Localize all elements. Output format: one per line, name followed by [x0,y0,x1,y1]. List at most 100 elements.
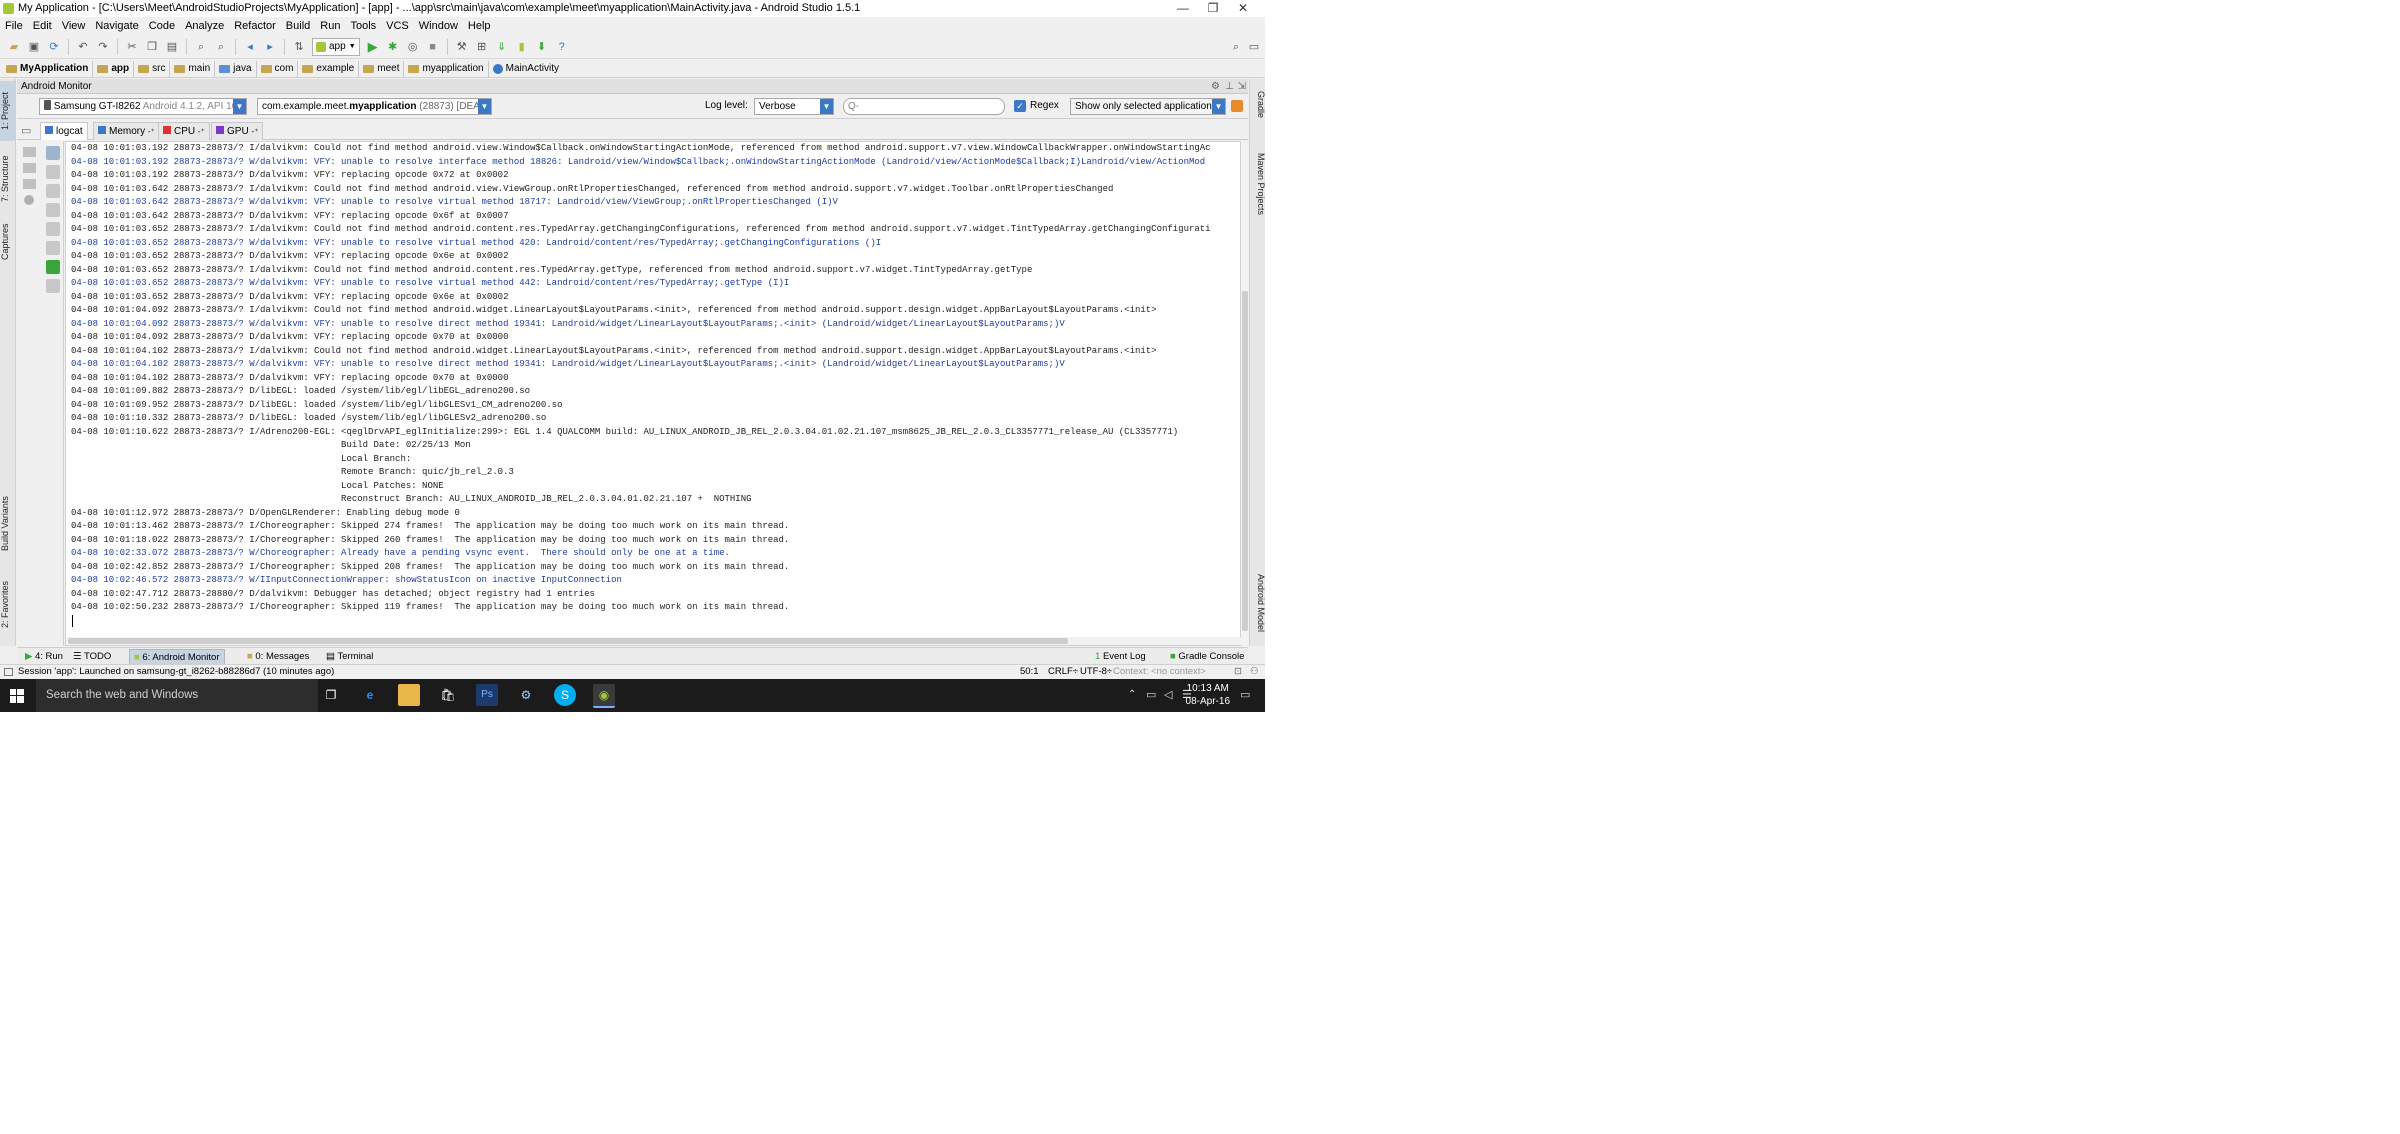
android-model-tool-tab[interactable]: Android Model [1250,564,1266,642]
windows-start-icon[interactable] [10,689,24,703]
menu-analyze[interactable]: Analyze [180,17,229,35]
menu-build[interactable]: Build [281,17,315,35]
horizontal-scrollbar[interactable] [66,637,1241,645]
tool-windows-toggle-icon[interactable] [4,668,13,676]
settings-gear-icon[interactable]: ⚙ [1211,79,1220,94]
chevron-up-icon[interactable]: ⌃ [1128,689,1136,700]
debug-icon[interactable]: ✱ [385,39,401,55]
regex-checkbox[interactable]: ✓ [1014,100,1026,112]
minimize-tab-icon[interactable]: -⁺ [148,127,155,136]
notifications-icon[interactable]: ▭ [1240,688,1250,701]
tab-logcat[interactable]: logcat [40,122,88,140]
up-stack-icon[interactable] [46,184,60,198]
vertical-scrollbar[interactable] [1241,141,1249,646]
hide-panel-icon[interactable]: ⇲ [1238,79,1246,94]
file-encoding[interactable]: UTF-8÷ [1080,665,1112,679]
stop-icon[interactable]: ■ [425,39,441,55]
event-log-tool-tab[interactable]: 1 Event Log [1091,649,1150,664]
taskbar-search-input[interactable]: Search the web and Windows [36,679,318,712]
redo-icon[interactable]: ↷ [95,39,111,55]
menu-window[interactable]: Window [414,17,463,35]
capture-icon[interactable] [1231,100,1243,112]
event-log-toggle-icon[interactable]: ▭ [1246,39,1262,55]
menu-code[interactable]: Code [144,17,180,35]
project-tool-tab[interactable]: 1: Project [0,81,16,141]
menu-navigate[interactable]: Navigate [90,17,143,35]
breadcrumb-item[interactable]: main [170,60,216,77]
file-explorer-icon[interactable] [398,684,420,706]
menu-run[interactable]: Run [315,17,345,35]
run-config-select[interactable]: app ▼ [312,37,360,56]
breadcrumb-item[interactable]: myapplication [404,60,489,77]
minimize-button[interactable]: — [1168,0,1198,17]
photoshop-icon[interactable]: Ps [476,684,498,706]
breadcrumb-item[interactable]: meet [359,60,405,77]
inspector-icon[interactable]: ⚇ [1250,665,1259,679]
volume-icon[interactable]: ◁ [1164,688,1172,701]
breadcrumb-item[interactable]: MyApplication [2,60,94,77]
gradle-console-tool-tab[interactable]: ■ Gradle Console [1166,649,1248,664]
device-select[interactable]: Samsung GT-I8262 Android 4.1.2, API 16 ▼ [39,98,247,115]
terminal-tool-tab[interactable]: ▤ Terminal [322,649,377,664]
taskbar-clock[interactable]: 10:13 AM 08-Apr-16 [1186,682,1230,708]
replace-icon[interactable]: ⌕ [213,39,229,55]
screen-record-icon[interactable] [23,147,36,157]
minimize-tab-icon[interactable]: -⁺ [198,127,205,136]
scrollbar-thumb[interactable] [1242,291,1248,631]
menu-help[interactable]: Help [463,17,496,35]
log-search-input[interactable]: Q- [843,98,1005,115]
tab-memory[interactable]: Memory -⁺ [93,122,160,140]
settings-icon[interactable] [46,279,60,293]
android-studio-taskbar-icon[interactable]: ◉ [593,684,615,708]
line-separator[interactable]: CRLF÷ [1048,665,1078,679]
process-select[interactable]: com.example.meet.myapplication (28873) [… [257,98,492,115]
gradle-tool-tab[interactable]: Gradle [1250,81,1266,129]
undo-icon[interactable]: ↶ [75,39,91,55]
copy-icon[interactable]: ❐ [144,39,160,55]
breadcrumb-item[interactable]: java [215,60,257,77]
run-tool-tab[interactable]: ▶ 4: Run [21,649,67,664]
breadcrumb-item[interactable]: app [93,60,135,77]
search-everywhere-icon[interactable]: ⌕ [1228,39,1244,55]
print-icon[interactable] [46,241,60,255]
soft-wrap-icon[interactable] [46,222,60,236]
terminate-icon[interactable] [24,195,34,205]
task-view-icon[interactable]: ❐ [320,684,342,706]
save-all-icon[interactable]: ▣ [26,39,42,55]
restart-icon[interactable] [46,260,60,274]
network-icon[interactable]: ▭ [1146,688,1156,701]
structure-tool-tab[interactable]: 7: Structure [0,149,16,209]
tab-cpu[interactable]: CPU -⁺ [158,122,210,140]
clear-logcat-icon[interactable] [46,146,60,160]
breadcrumb-item[interactable]: MainActivity [489,61,563,77]
lock-icon[interactable]: ⊡ [1234,665,1242,679]
android-device-monitor-icon[interactable]: ⬇ [534,39,550,55]
sync-icon[interactable]: ⟳ [46,39,62,55]
log-level-select[interactable]: Verbose ▼ [754,98,834,115]
scroll-to-end-icon[interactable] [46,165,60,179]
open-folder-icon[interactable]: ▰ [6,39,22,55]
project-structure-icon[interactable]: ⚒ [454,39,470,55]
run-icon[interactable]: ▶ [365,39,381,55]
favorites-tool-tab[interactable]: 2: Favorites [0,574,16,634]
menu-edit[interactable]: Edit [28,17,57,35]
cursor-position[interactable]: 50:1 [1020,665,1039,679]
paste-icon[interactable]: ▤ [164,39,180,55]
breadcrumb-item[interactable]: example [298,60,360,77]
down-stack-icon[interactable] [46,203,60,217]
system-info-icon[interactable] [23,163,36,173]
make-project-icon[interactable]: ⇅ [291,39,307,55]
avd-manager-icon[interactable]: ▮ [514,39,530,55]
breadcrumb-item[interactable]: src [134,60,171,77]
maven-projects-tool-tab[interactable]: Maven Projects [1250,139,1266,229]
sdk-manager-icon[interactable]: ⊞ [474,39,490,55]
device-screenshot-icon[interactable]: ▭ [21,124,31,137]
logcat-output[interactable]: 04-08 10:01:03.192 28873-28873/? I/dalvi… [65,141,1241,646]
skype-icon[interactable]: S [554,684,576,706]
menu-view[interactable]: View [57,17,91,35]
todo-tool-tab[interactable]: ☰ TODO [69,649,115,664]
find-icon[interactable]: ⌕ [193,39,209,55]
scrollbar-thumb[interactable] [68,638,1068,644]
cut-icon[interactable]: ✂ [124,39,140,55]
pin-icon[interactable]: ⊥ [1225,79,1234,94]
